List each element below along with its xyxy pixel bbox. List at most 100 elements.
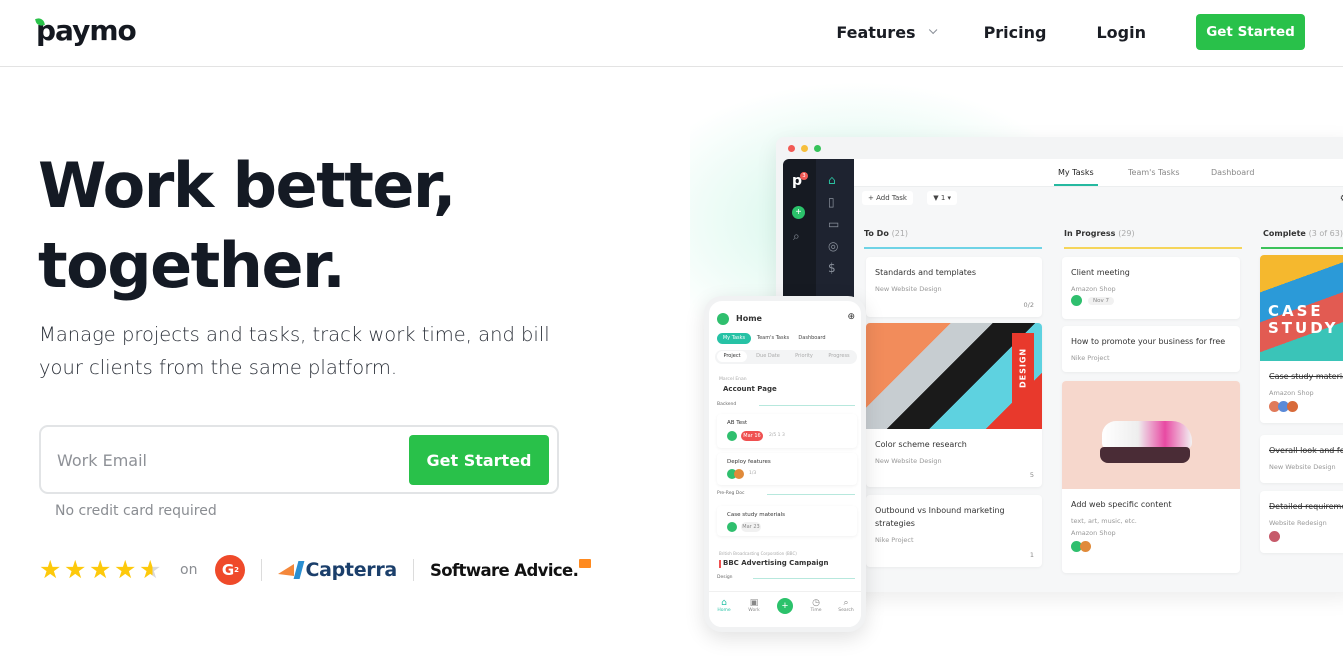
tab-teams-tasks[interactable]: Team's Tasks — [1128, 168, 1180, 177]
add-icon[interactable]: + — [792, 206, 805, 219]
shoe-stand — [1100, 447, 1190, 463]
work-email-input[interactable] — [57, 439, 397, 481]
mobile-nav-work[interactable]: ▣ Work — [743, 598, 765, 613]
sort-tab-project[interactable]: Project — [717, 351, 747, 362]
signup-form: Get Started — [39, 425, 559, 494]
task-card[interactable]: DESIGN Color scheme research New Website… — [866, 323, 1042, 487]
task-card[interactable]: Overall look and feel New Website Design — [1260, 435, 1343, 483]
comments-count: 1 — [1029, 551, 1034, 559]
task-card[interactable]: Outbound vs Inbound marketing strategies… — [866, 495, 1042, 567]
mobile-tab-teams-tasks[interactable]: Team's Tasks — [755, 333, 791, 344]
task-card[interactable]: How to promote your business for free Ni… — [1062, 326, 1240, 372]
add-circle-icon[interactable]: ⊕ — [847, 312, 855, 322]
task-footer: Nov 7 — [1062, 295, 1240, 306]
filter-button[interactable]: ▼ 1 ▾ — [927, 191, 958, 205]
priority-marker — [719, 560, 721, 568]
star-icon: ★ — [64, 555, 87, 584]
due-date: Mar 23 — [741, 522, 761, 532]
nav-features-label: Features — [836, 22, 916, 42]
billing-icon[interactable]: $ — [828, 261, 836, 275]
window-controls — [788, 145, 827, 152]
speech-bubble-icon — [579, 558, 592, 568]
section-name: Backend — [717, 402, 737, 407]
task-project: Amazon Shop — [1269, 389, 1314, 397]
task-card[interactable]: Detailed requirements Website Redesign — [1260, 491, 1343, 553]
column-line-todo — [864, 247, 1042, 249]
capterra-logo[interactable]: Capterra — [278, 559, 397, 581]
mobile-app-mockup: Home ⊕ My Tasks Team's Tasks Dashboard P… — [704, 296, 866, 632]
mobile-task-card[interactable]: AB Test Mar 16 2/5 1 3 — [717, 414, 857, 448]
main-nav: Features Pricing Login Get Started — [836, 14, 1305, 50]
task-project: Nike Project — [875, 536, 914, 544]
task-project: Amazon Shop — [1071, 285, 1116, 293]
task-meta: 1/3 — [749, 471, 757, 476]
nav-login[interactable]: Login — [1096, 23, 1146, 42]
hero-title: Work better, together. — [38, 146, 638, 306]
header-get-started-button[interactable]: Get Started — [1196, 14, 1305, 50]
section-line — [753, 578, 855, 579]
subtasks-count: 0/2 — [1023, 301, 1034, 309]
mobile-tab-dashboard[interactable]: Dashboard — [795, 333, 829, 344]
projects-icon[interactable]: ▯ — [828, 195, 835, 209]
tab-my-tasks[interactable]: My Tasks — [1058, 168, 1094, 177]
home-icon[interactable]: ⌂ — [828, 173, 836, 187]
task-title: AB Test — [727, 420, 748, 426]
sort-tab-progress[interactable]: Progress — [823, 351, 855, 362]
avatar — [727, 522, 737, 532]
avatar — [1080, 541, 1091, 552]
ratings-row: ★ ★ ★ ★ ★ on G2 Capterra Software Advice. — [39, 555, 592, 585]
task-assignees — [1260, 399, 1343, 417]
mobile-task-card[interactable]: Deploy features 1/3 — [717, 453, 857, 485]
task-title: Outbound vs Inbound marketing strategies — [875, 506, 1005, 528]
maximize-dot-icon — [814, 145, 821, 152]
sort-tabs: Project Due Date Priority Progress — [715, 350, 857, 364]
task-card[interactable]: Client meeting Amazon Shop Nov 7 — [1062, 257, 1240, 319]
mobile-nav-search[interactable]: ⌕ Search — [835, 598, 857, 613]
active-tab-indicator — [1054, 184, 1098, 186]
section-line — [767, 494, 855, 495]
hero-title-line-1: Work better, — [38, 149, 456, 222]
paymo-logo[interactable]: paymo — [35, 14, 137, 48]
column-header-in-progress: In Progress (29) — [1064, 229, 1135, 238]
column-name: In Progress — [1064, 229, 1116, 238]
folder-icon[interactable]: ▭ — [828, 217, 839, 231]
project-name: BBC Advertising Campaign — [723, 559, 829, 567]
mobile-task-card[interactable]: Case study materials Mar 23 — [717, 506, 857, 536]
g2-logo[interactable]: G2 — [215, 555, 246, 585]
tab-dashboard[interactable]: Dashboard — [1211, 168, 1254, 177]
sort-tab-due-date[interactable]: Due Date — [753, 351, 783, 362]
avatar — [717, 313, 729, 325]
mobile-add-button[interactable]: + — [777, 598, 793, 614]
clock-icon: ◷ — [812, 598, 820, 608]
section-line — [759, 405, 855, 406]
sort-tab-priority[interactable]: Priority — [789, 351, 819, 362]
star-icon: ★ — [39, 555, 62, 584]
site-header: paymo Features Pricing Login Get Started — [0, 0, 1343, 67]
nav-pricing[interactable]: Pricing — [984, 23, 1047, 42]
section-name: Design — [717, 575, 733, 580]
column-count: (3 of 63) — [1308, 229, 1343, 238]
task-card[interactable]: Standards and templates New Website Desi… — [866, 257, 1042, 317]
software-advice-logo[interactable]: Software Advice. — [430, 558, 592, 580]
task-project: New Website Design — [875, 285, 942, 293]
nav-label: Home — [717, 608, 731, 613]
task-card[interactable]: Add web specific content text, art, musi… — [1062, 381, 1240, 573]
nav-label: Time — [810, 608, 822, 613]
search-icon[interactable]: ⌕ — [793, 229, 800, 244]
due-date: Nov 7 — [1088, 296, 1114, 305]
task-card[interactable]: CASE STUDY Case study materials Amazon S… — [1260, 255, 1343, 423]
hero-subtitle: Manage projects and tasks, track work ti… — [39, 323, 550, 379]
column-name: To Do — [864, 229, 889, 238]
task-title: Overall look and feel — [1269, 446, 1343, 455]
user-icon[interactable]: ◎ — [828, 239, 838, 253]
column-header-complete: Complete (3 of 63) — [1263, 229, 1343, 238]
task-project: New Website Design — [1269, 463, 1336, 471]
app-tabs-bar: My Tasks Team's Tasks Dashboard — [854, 159, 1343, 187]
nav-features[interactable]: Features — [836, 22, 937, 42]
mobile-nav-home[interactable]: ⌂ Home — [713, 598, 735, 613]
mobile-tab-my-tasks[interactable]: My Tasks — [717, 333, 751, 344]
divider — [261, 559, 263, 581]
mobile-nav-time[interactable]: ◷ Time — [805, 598, 827, 613]
add-task-button[interactable]: + Add Task — [862, 191, 913, 205]
hero-get-started-button[interactable]: Get Started — [409, 435, 549, 485]
